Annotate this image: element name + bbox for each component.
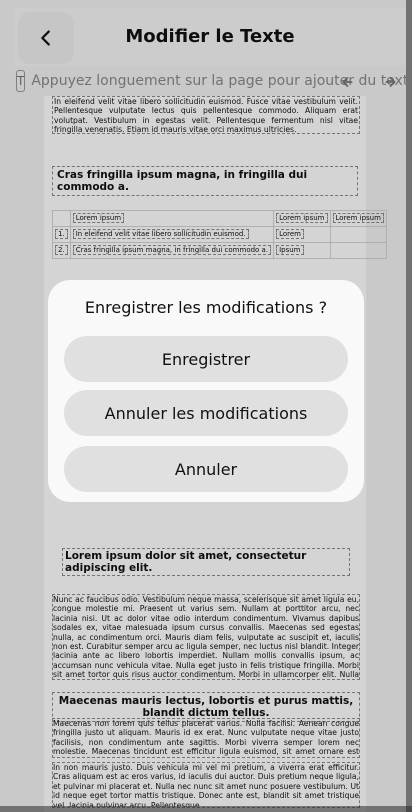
frame-edge [0, 806, 412, 812]
discard-changes-button[interactable]: Annuler les modifications [64, 390, 348, 436]
cancel-button[interactable]: Annuler [64, 446, 348, 492]
save-button[interactable]: Enregistrer [64, 336, 348, 382]
frame-edge [406, 0, 412, 812]
app-screen: Modifier le Texte T Appuyez longuement s… [0, 0, 412, 812]
save-changes-dialog: Enregistrer les modifications ? Enregist… [48, 280, 364, 502]
dialog-title: Enregistrer les modifications ? [84, 298, 328, 317]
